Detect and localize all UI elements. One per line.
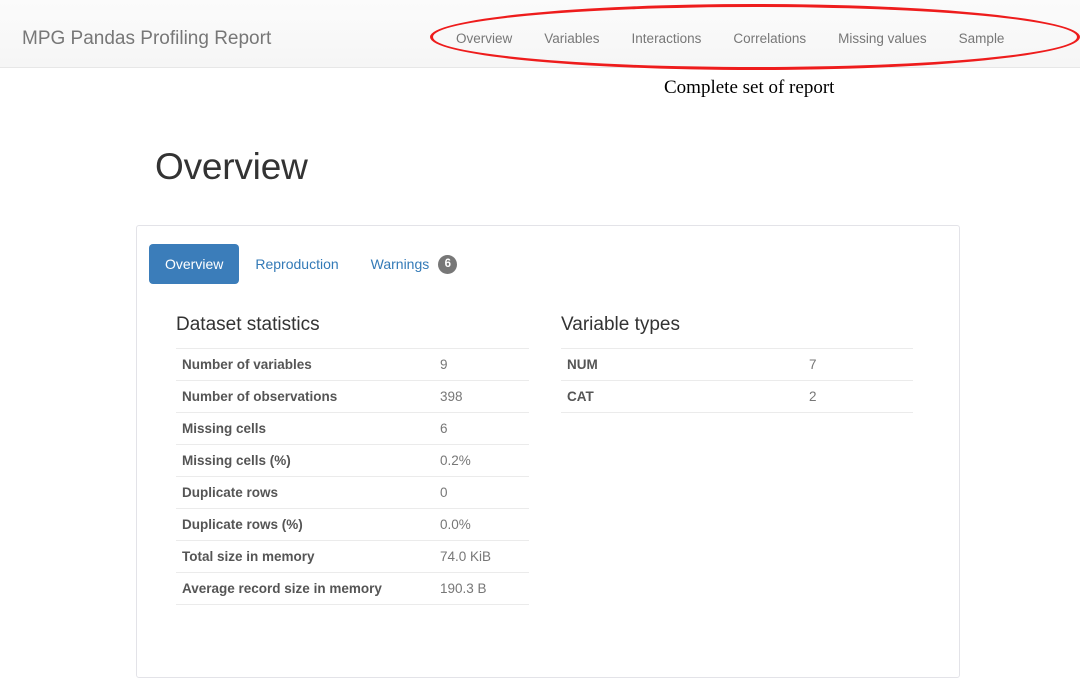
variable-types-section: Variable types NUM7CAT2 <box>561 314 913 413</box>
table-row: Missing cells (%)0.2% <box>176 445 529 477</box>
overview-card: Overview Reproduction Warnings 6 Dataset st… <box>136 225 960 678</box>
stat-value: 2 <box>803 381 913 413</box>
variable-types-heading: Variable types <box>561 314 913 336</box>
stat-label: NUM <box>561 349 803 381</box>
tab-overview[interactable]: Overview <box>149 244 239 284</box>
stat-label: Average record size in memory <box>176 573 434 605</box>
card-tab-list: Overview Reproduction Warnings 6 <box>149 244 473 284</box>
page-title: Overview <box>155 146 308 188</box>
dataset-statistics-section: Dataset statistics Number of variables9N… <box>176 314 529 605</box>
nav-link-overview[interactable]: Overview <box>440 31 528 47</box>
nav-link-interactions[interactable]: Interactions <box>616 31 718 47</box>
stat-value: 0.2% <box>434 445 529 477</box>
table-row: Number of variables9 <box>176 349 529 381</box>
stat-label: CAT <box>561 381 803 413</box>
stat-value: 74.0 KiB <box>434 541 529 573</box>
table-row: Missing cells6 <box>176 413 529 445</box>
annotation-label: Complete set of report <box>664 76 864 99</box>
tab-label: Reproduction <box>255 254 338 274</box>
dataset-statistics-heading: Dataset statistics <box>176 314 529 336</box>
table-row: Average record size in memory190.3 B <box>176 573 529 605</box>
stat-value: 0 <box>434 477 529 509</box>
nav-link-sample[interactable]: Sample <box>943 31 1021 47</box>
stat-value: 9 <box>434 349 529 381</box>
table-row: CAT2 <box>561 381 913 413</box>
stat-label: Missing cells (%) <box>176 445 434 477</box>
nav-link-variables[interactable]: Variables <box>528 31 615 47</box>
table-row: Duplicate rows0 <box>176 477 529 509</box>
stat-label: Duplicate rows (%) <box>176 509 434 541</box>
stat-label: Number of variables <box>176 349 434 381</box>
warnings-count-badge: 6 <box>438 255 457 274</box>
nav-link-correlations[interactable]: Correlations <box>717 31 822 47</box>
table-row: NUM7 <box>561 349 913 381</box>
table-row: Number of observations398 <box>176 381 529 413</box>
stat-value: 190.3 B <box>434 573 529 605</box>
variable-types-table: NUM7CAT2 <box>561 348 913 413</box>
tab-label: Overview <box>165 254 223 274</box>
stat-label: Missing cells <box>176 413 434 445</box>
table-row: Duplicate rows (%)0.0% <box>176 509 529 541</box>
navbar-links: OverviewVariablesInteractionsCorrelation… <box>440 31 1020 47</box>
stat-value: 7 <box>803 349 913 381</box>
table-row: Total size in memory74.0 KiB <box>176 541 529 573</box>
stat-value: 6 <box>434 413 529 445</box>
stat-label: Number of observations <box>176 381 434 413</box>
navbar-brand[interactable]: MPG Pandas Profiling Report <box>22 28 271 50</box>
dataset-statistics-table: Number of variables9Number of observatio… <box>176 348 529 605</box>
stat-label: Total size in memory <box>176 541 434 573</box>
stat-label: Duplicate rows <box>176 477 434 509</box>
top-navbar: MPG Pandas Profiling Report OverviewVari… <box>0 0 1080 68</box>
stat-value: 398 <box>434 381 529 413</box>
tab-label: Warnings <box>371 254 430 274</box>
stat-value: 0.0% <box>434 509 529 541</box>
tab-warnings[interactable]: Warnings 6 <box>355 244 474 284</box>
tab-reproduction[interactable]: Reproduction <box>239 244 354 284</box>
nav-link-missing-values[interactable]: Missing values <box>822 31 943 47</box>
